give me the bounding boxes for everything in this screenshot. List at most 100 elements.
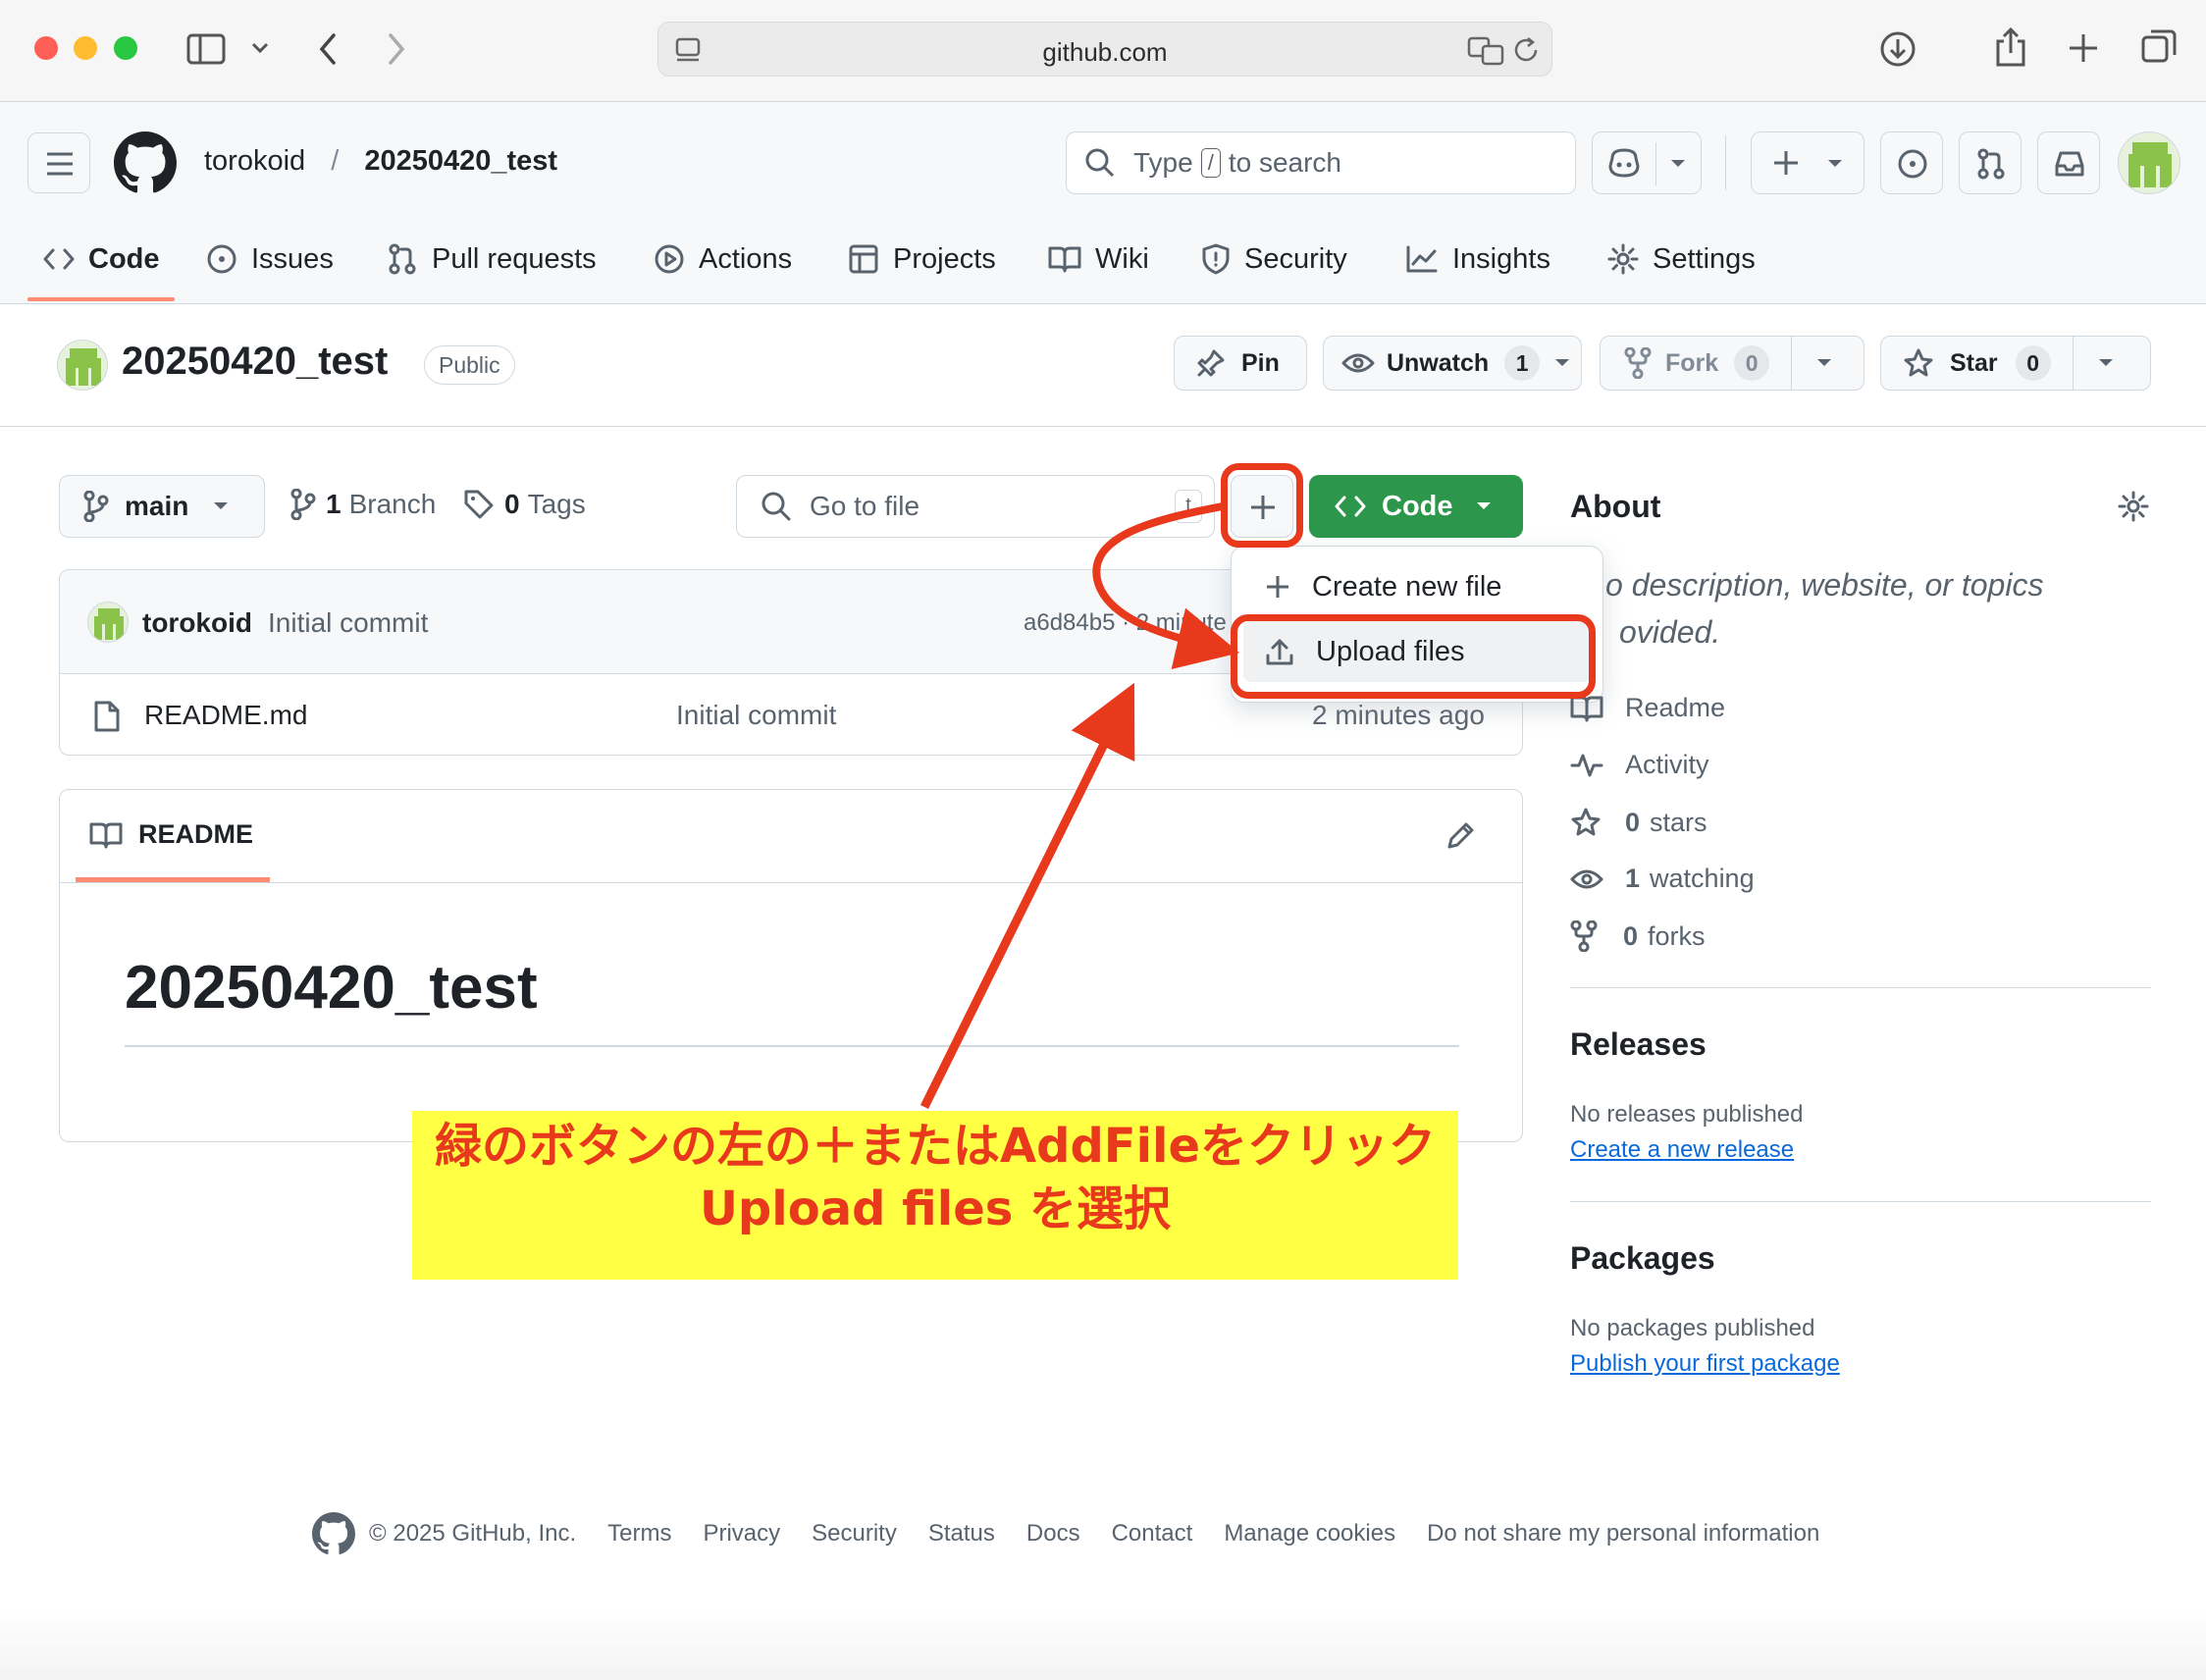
avatar[interactable]: [2118, 131, 2180, 194]
translate-icon[interactable]: [1467, 34, 1506, 66]
tab-code[interactable]: Code: [43, 234, 160, 285]
tab-actions[interactable]: Actions: [654, 234, 792, 285]
footer-link-status[interactable]: Status: [928, 1520, 995, 1548]
inbox-button[interactable]: [2037, 131, 2100, 194]
repo-link[interactable]: 20250420_test: [364, 145, 557, 177]
tab-settings[interactable]: Settings: [1607, 234, 1756, 285]
file-updated-time: 2 minutes ago: [1312, 700, 1485, 730]
star-button[interactable]: Star 0: [1880, 336, 2151, 391]
star-icon: [1904, 348, 1933, 377]
forward-icon[interactable]: [385, 31, 408, 67]
pulse-icon: [1570, 754, 1603, 776]
pull-requests-button[interactable]: [1959, 131, 2022, 194]
plus-icon: [1267, 576, 1288, 598]
copilot-button[interactable]: [1592, 131, 1702, 194]
footer-link-do-not-share[interactable]: Do not share my personal information: [1427, 1520, 1819, 1548]
issues-button[interactable]: [1880, 131, 1943, 194]
share-icon[interactable]: [1994, 26, 2027, 69]
watching-link[interactable]: 1 watching: [1570, 864, 1755, 894]
tab-projects[interactable]: Projects: [848, 234, 996, 285]
instruction-line2: Upload files を選択: [699, 1181, 1172, 1236]
footer-link-terms[interactable]: Terms: [607, 1520, 671, 1548]
fork-button[interactable]: Fork 0: [1600, 336, 1865, 391]
footer-link-manage-cookies[interactable]: Manage cookies: [1224, 1520, 1395, 1548]
eye-icon: [1570, 869, 1603, 888]
play-icon: [655, 244, 684, 274]
star-count: 0: [2015, 345, 2051, 381]
commit-author[interactable]: torokoid: [142, 607, 252, 639]
pull-request-icon: [1977, 148, 2005, 180]
unwatch-button[interactable]: Unwatch 1: [1323, 336, 1582, 391]
tab-issues[interactable]: Issues: [206, 234, 334, 285]
file-commit-message[interactable]: Initial commit: [676, 700, 836, 731]
stars-link[interactable]: 0 stars: [1570, 807, 1707, 838]
create-new-file-item[interactable]: Create new file: [1232, 556, 1604, 617]
tab-pull-requests[interactable]: Pull requests: [387, 234, 597, 285]
watch-count: 1: [1504, 345, 1541, 381]
gear-icon[interactable]: [2118, 491, 2149, 522]
tab-label: Code: [88, 242, 160, 275]
branch-selector[interactable]: main: [59, 475, 265, 538]
minimize-window-button[interactable]: [74, 36, 97, 60]
pin-label: Pin: [1241, 348, 1280, 377]
owner-link[interactable]: torokoid: [204, 145, 305, 177]
create-new-file-label: Create new file: [1312, 570, 1502, 603]
new-tab-icon[interactable]: [2067, 31, 2100, 65]
eye-icon: [1341, 353, 1375, 373]
copilot-icon: [1608, 148, 1640, 178]
releases-title[interactable]: Releases: [1570, 1026, 1707, 1063]
publish-package-link[interactable]: Publish your first package: [1570, 1350, 1840, 1378]
activity-link[interactable]: Activity: [1570, 750, 1709, 780]
packages-title[interactable]: Packages: [1570, 1240, 1715, 1277]
edit-pencil-icon[interactable]: [1445, 819, 1477, 851]
footer-link-security[interactable]: Security: [812, 1520, 897, 1548]
fork-count: 0: [1734, 345, 1770, 381]
menu-button[interactable]: [27, 132, 90, 193]
chevron-down-icon[interactable]: [251, 41, 269, 55]
tab-wiki[interactable]: Wiki: [1048, 234, 1149, 285]
heading-divider: [125, 1045, 1459, 1047]
branches-link[interactable]: 1 Branch: [290, 489, 436, 520]
code-icon: [43, 248, 75, 270]
tab-overview-icon[interactable]: [2139, 27, 2179, 67]
create-new-button[interactable]: [1751, 131, 1865, 194]
repo-name[interactable]: 20250420_test: [122, 340, 388, 384]
download-icon[interactable]: [1878, 29, 1917, 69]
tags-link[interactable]: 0 Tags: [463, 489, 586, 520]
tab-security[interactable]: Security: [1201, 234, 1347, 285]
star-label: Star: [1950, 348, 1998, 377]
chevron-down-icon: [1671, 160, 1685, 167]
tag-icon: [464, 490, 494, 519]
search-input[interactable]: Type / to search: [1066, 131, 1576, 194]
commit-hash[interactable]: a6d84b5 · 2 minute: [1024, 609, 1227, 637]
tab-insights[interactable]: Insights: [1405, 234, 1550, 285]
go-to-file-input[interactable]: Go to file t: [736, 475, 1215, 538]
zoom-window-button[interactable]: [114, 36, 137, 60]
footer-link-contact[interactable]: Contact: [1112, 1520, 1193, 1548]
footer-link-docs[interactable]: Docs: [1026, 1520, 1080, 1548]
forks-link[interactable]: 0 forks: [1570, 920, 1706, 952]
commit-message[interactable]: Initial commit: [268, 607, 428, 639]
pull-request-icon: [389, 243, 416, 275]
readme-link[interactable]: Readme: [1570, 693, 1725, 723]
address-bar[interactable]: github.com: [657, 22, 1552, 77]
reload-icon[interactable]: [1510, 34, 1542, 66]
chevron-down-icon: [1828, 160, 1842, 167]
sidebar-icon[interactable]: [186, 33, 226, 65]
about-description-line2: ovided.: [1619, 614, 1721, 650]
code-button[interactable]: Code: [1309, 475, 1523, 538]
create-release-link[interactable]: Create a new release: [1570, 1136, 1794, 1164]
search-suffix: to search: [1228, 147, 1341, 178]
tab-label: Issues: [251, 242, 334, 275]
close-window-button[interactable]: [34, 36, 58, 60]
code-icon: [1335, 496, 1366, 517]
github-logo-icon[interactable]: [312, 1512, 355, 1555]
pin-button[interactable]: Pin: [1174, 336, 1307, 391]
forks-label: forks: [1648, 920, 1706, 951]
back-icon[interactable]: [316, 31, 340, 67]
file-name[interactable]: README.md: [144, 700, 307, 731]
github-logo-icon[interactable]: [114, 131, 177, 194]
readme-tab[interactable]: README: [89, 819, 253, 850]
footer-link-privacy[interactable]: Privacy: [703, 1520, 780, 1548]
search-icon: [1085, 148, 1115, 178]
